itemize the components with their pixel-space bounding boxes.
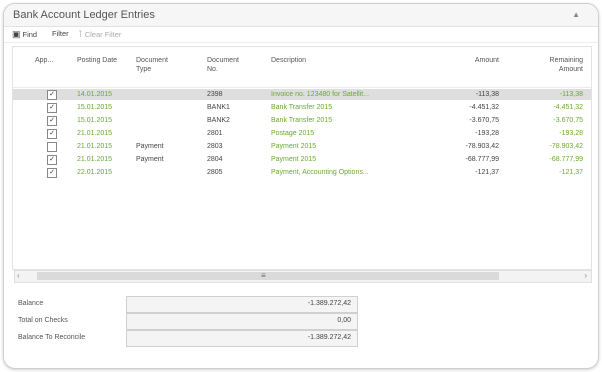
cell-remaining-amount: -4.451,32: [553, 104, 583, 111]
cell-remaining-amount: -3.670,75: [553, 117, 583, 124]
cell-description: Payment, Accounting Options...: [271, 169, 369, 176]
grip-icon: ≡: [261, 271, 266, 280]
clear-filter-button[interactable]: ⊺ Clear Filter: [78, 29, 121, 40]
summary-value-box: 0,00: [126, 313, 358, 330]
cell-amount: -4.451,32: [469, 104, 499, 111]
summary-value: -1.389.272,42: [307, 300, 351, 307]
scroll-thumb[interactable]: [37, 272, 499, 280]
cell-amount: -3.670,75: [469, 117, 499, 124]
chevron-up-icon[interactable]: ▲: [572, 10, 580, 19]
applied-checkbox[interactable]: ✓: [47, 116, 57, 126]
col-header-description[interactable]: Description: [271, 56, 306, 65]
applied-checkbox[interactable]: ✓: [47, 129, 57, 139]
cell-amount: -121,37: [475, 169, 499, 176]
summary-label: Total on Checks: [18, 317, 68, 324]
cell-description: Invoice no. 123480 for Satellit...: [271, 91, 370, 98]
table-row[interactable]: ✓ 21.01.2015 2801 Postage 2015 -193,28 -193,2…: [13, 128, 591, 139]
window-title: Bank Account Ledger Entries: [13, 9, 155, 21]
cell-document-no: 2805: [207, 169, 223, 176]
col-header-applied[interactable]: App...: [35, 56, 53, 65]
cell-posting-date: 14.01.2015: [77, 91, 113, 98]
cell-remaining-amount: -193,28: [559, 130, 583, 137]
applied-checkbox[interactable]: [47, 142, 57, 152]
summary-row-total-on-checks: Total on Checks 0,00: [12, 313, 362, 330]
cell-document-no: 2801: [207, 130, 223, 137]
cell-document-type: Payment: [136, 143, 164, 150]
summary-value-box: -1.389.272,42: [126, 296, 358, 313]
cell-posting-date: 21.01.2015: [77, 143, 113, 150]
horizontal-scrollbar[interactable]: ‹ ≡ ›: [14, 270, 592, 283]
funnel-clear-icon: ⊺: [78, 29, 83, 39]
table-row[interactable]: ✓ 14.01.2015 2398 Invoice no. 123480 for Sa…: [13, 89, 591, 100]
action-bar: ▣ Find Filter ⊺ Clear Filter: [4, 26, 598, 43]
cell-amount: -78.903,42: [465, 143, 499, 150]
applied-checkbox[interactable]: ✓: [47, 168, 57, 178]
binoculars-icon: ▣: [12, 29, 21, 39]
table-header: App... Posting Date Document Type Docume…: [13, 47, 591, 88]
col-header-document-type[interactable]: Document Type: [136, 56, 176, 74]
cell-amount: -113,38: [475, 91, 499, 98]
table-row[interactable]: ✓ 15.01.2015 BANK2 Bank Transfer 2015 -3.670…: [13, 115, 591, 126]
cell-description: Bank Transfer 2015: [271, 104, 333, 111]
applied-checkbox[interactable]: ✓: [47, 103, 57, 113]
cell-remaining-amount: -121,37: [559, 169, 583, 176]
cell-amount: -68.777,99: [465, 156, 499, 163]
cell-document-no: BANK1: [207, 104, 230, 111]
cell-document-no: 2803: [207, 143, 223, 150]
cell-posting-date: 21.01.2015: [77, 130, 113, 137]
clear-filter-label: Clear Filter: [84, 30, 122, 39]
col-header-document-no[interactable]: Document No.: [207, 56, 247, 74]
summary-value: 0,00: [337, 317, 351, 324]
cell-remaining-amount: -113,38: [559, 91, 583, 98]
summary-row-balance: Balance -1.389.272,42: [12, 296, 362, 313]
ledger-window: Bank Account Ledger Entries ▲ ▣ Find Fil…: [3, 3, 599, 369]
ledger-table: App... Posting Date Document Type Docume…: [12, 46, 592, 270]
col-header-amount[interactable]: Amount: [453, 56, 499, 65]
summary-row-balance-to-reconcile: Balance To Reconcile -1.389.272,42: [12, 330, 362, 347]
cell-document-no: BANK2: [207, 117, 230, 124]
cell-description: Payment 2015: [271, 156, 317, 163]
find-label: Find: [22, 30, 38, 39]
cell-description: Postage 2015: [271, 130, 315, 137]
cell-document-no: 2804: [207, 156, 223, 163]
cell-amount: -193,28: [475, 130, 499, 137]
summary-label: Balance To Reconcile: [18, 334, 86, 341]
cell-posting-date: 15.01.2015: [77, 117, 113, 124]
table-row[interactable]: ✓ 22.01.2015 2805 Payment, Accounting Optio…: [13, 167, 591, 178]
cell-document-no: 2398: [207, 91, 223, 98]
summary-value-box: -1.389.272,42: [126, 330, 358, 347]
cell-description: Bank Transfer 2015: [271, 117, 333, 124]
find-button[interactable]: ▣ Find: [12, 29, 37, 40]
cell-document-type: Payment: [136, 156, 164, 163]
cell-remaining-amount: -78.903,42: [549, 143, 583, 150]
cell-posting-date: 21.01.2015: [77, 156, 113, 163]
scroll-left-icon[interactable]: ‹: [17, 271, 20, 280]
cell-remaining-amount: -68.777,99: [549, 156, 583, 163]
table-row[interactable]: ✓ 21.01.2015 Payment 2804 Payment 2015 -68.77…: [13, 154, 591, 165]
summary-value: -1.389.272,42: [307, 334, 351, 341]
col-header-posting-date[interactable]: Posting Date: [77, 56, 125, 65]
filter-button[interactable]: Filter: [52, 29, 69, 38]
summary-label: Balance: [18, 300, 44, 307]
cell-posting-date: 22.01.2015: [77, 169, 113, 176]
cell-description: Payment 2015: [271, 143, 317, 150]
title-bar: Bank Account Ledger Entries ▲: [4, 4, 598, 27]
scroll-right-icon[interactable]: ›: [584, 271, 587, 280]
table-row[interactable]: 21.01.2015 Payment 2803 Payment 2015 -78.903…: [13, 141, 591, 152]
applied-checkbox[interactable]: ✓: [47, 90, 57, 100]
table-row[interactable]: ✓ 15.01.2015 BANK1 Bank Transfer 2015 -4.451…: [13, 102, 591, 113]
col-header-remaining-amount[interactable]: Remaining Amount: [533, 56, 583, 74]
filter-label: Filter: [52, 29, 69, 38]
applied-checkbox[interactable]: ✓: [47, 155, 57, 165]
cell-posting-date: 15.01.2015: [77, 104, 113, 111]
